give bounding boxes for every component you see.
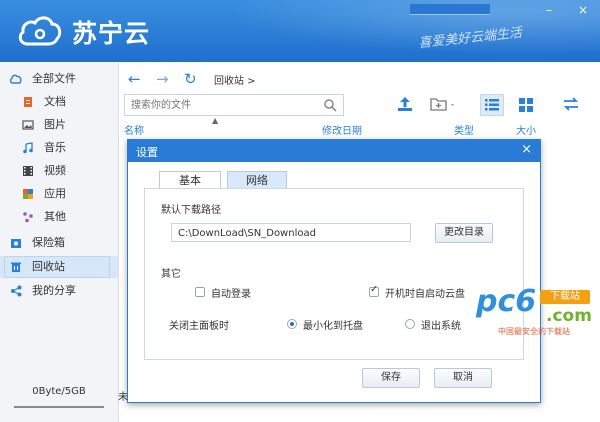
sidebar-item-videos[interactable]: 视频	[0, 160, 118, 182]
list-view-icon	[485, 99, 499, 111]
download-path-input[interactable]	[176, 225, 408, 241]
sidebar-item-other[interactable]: 其他	[0, 206, 118, 228]
trash-icon	[11, 262, 21, 272]
sidebar-item-trash[interactable]: 回收站	[0, 256, 118, 278]
save-button[interactable]: 保存	[362, 368, 420, 388]
sidebar-item-label: 全部文件	[32, 72, 76, 85]
sidebar-item-music[interactable]: 音乐	[0, 137, 118, 159]
list-view-button[interactable]	[480, 94, 504, 116]
grid-view-button[interactable]	[514, 94, 538, 116]
watermark-badge: 下载站	[540, 290, 590, 304]
safe-icon	[11, 239, 21, 248]
minimize-window-button[interactable]: –	[540, 2, 558, 18]
storage-usage: 0Byte/5GB	[32, 386, 86, 397]
grid-view-icon	[519, 98, 533, 112]
dialog-title-bar: 设置 ×	[128, 140, 540, 162]
cloud-logo-icon	[18, 16, 62, 46]
sidebar: 全部文件 文档 图片 音乐 视频 应用 其他 保险箱 回收站 我的分享	[0, 62, 119, 422]
user-account-bar[interactable]	[410, 4, 490, 15]
new-folder-icon[interactable]	[430, 96, 458, 112]
search-icon[interactable]	[323, 98, 337, 112]
minimize-to-tray-radio[interactable]	[287, 319, 297, 329]
sidebar-item-label: 应用	[44, 187, 66, 200]
exit-system-radio[interactable]	[405, 319, 415, 329]
close-window-button[interactable]: ×	[574, 2, 592, 18]
autostart-label[interactable]: 开机时自启动云盘	[385, 285, 465, 300]
sidebar-item-apps[interactable]: 应用	[0, 183, 118, 205]
download-path-field[interactable]	[171, 223, 411, 242]
other-section-label: 其它	[161, 269, 181, 280]
upload-icon[interactable]	[396, 96, 414, 112]
search-box[interactable]	[124, 94, 344, 116]
column-header-size[interactable]: 大小	[516, 122, 536, 137]
column-header-type[interactable]: 类型	[454, 122, 474, 137]
music-icon	[23, 142, 33, 154]
breadcrumb[interactable]: 回收站 >	[214, 72, 256, 87]
search-input[interactable]	[129, 97, 323, 114]
cloud-icon	[10, 74, 22, 84]
cancel-button[interactable]: 取消	[434, 368, 492, 388]
image-icon	[22, 120, 34, 130]
app-logo-text: 苏宁云	[72, 19, 151, 48]
share-icon	[11, 285, 22, 297]
auto-login-checkbox[interactable]	[195, 287, 205, 297]
sidebar-item-label: 音乐	[44, 141, 66, 154]
close-panel-label: 关闭主面板时	[169, 321, 229, 332]
sort-swap-icon[interactable]	[562, 96, 580, 112]
autostart-checkbox[interactable]	[369, 284, 379, 297]
app-icon	[23, 189, 33, 199]
download-path-label: 默认下载路径	[161, 205, 221, 216]
sidebar-item-label: 文档	[44, 95, 66, 108]
dialog-title: 设置	[136, 146, 158, 159]
sidebar-item-label: 我的分享	[32, 284, 76, 297]
video-icon	[23, 166, 33, 176]
watermark-tagline: 中国最安全的下载站	[498, 327, 570, 336]
watermark-domain: .com	[546, 306, 592, 326]
sidebar-item-my-shares[interactable]: 我的分享	[0, 280, 118, 302]
sidebar-item-label: 保险箱	[32, 236, 65, 249]
other-icon	[23, 212, 33, 223]
sidebar-item-safe[interactable]: 保险箱	[0, 232, 118, 254]
back-button[interactable]: ←	[128, 70, 141, 88]
sort-caret-icon: ▲	[212, 116, 219, 125]
sidebar-item-images[interactable]: 图片	[0, 114, 118, 136]
sidebar-item-label: 其他	[44, 210, 66, 223]
exit-system-label[interactable]: 退出系统	[421, 317, 461, 332]
header-decoration	[180, 0, 600, 62]
dialog-close-button[interactable]: ×	[521, 142, 532, 157]
refresh-button[interactable]: ↻	[184, 70, 197, 88]
change-directory-button[interactable]: 更改目录	[435, 223, 493, 243]
column-header-modified[interactable]: 修改日期	[322, 122, 362, 137]
sidebar-item-label: 视频	[44, 164, 66, 177]
sidebar-item-label: 回收站	[32, 260, 65, 273]
column-header-name[interactable]: 名称	[124, 122, 144, 137]
document-icon	[24, 97, 32, 107]
forward-button[interactable]: →	[156, 70, 169, 88]
sidebar-item-all-files[interactable]: 全部文件	[0, 68, 118, 90]
minimize-to-tray-label[interactable]: 最小化到托盘	[303, 317, 363, 332]
sidebar-item-documents[interactable]: 文档	[0, 91, 118, 113]
dialog-body: 默认下载路径 更改目录 其它 自动登录 开机时自启动云盘 关闭主面板时 最小化到…	[144, 188, 524, 360]
storage-bar	[14, 406, 104, 408]
auto-login-label[interactable]: 自动登录	[211, 285, 251, 300]
watermark-logo: pc6	[476, 284, 537, 319]
settings-dialog: 设置 × 基本 网络 默认下载路径 更改目录 其它 自动登录 开机时自启动云盘 …	[127, 139, 541, 403]
sidebar-item-label: 图片	[44, 118, 66, 131]
